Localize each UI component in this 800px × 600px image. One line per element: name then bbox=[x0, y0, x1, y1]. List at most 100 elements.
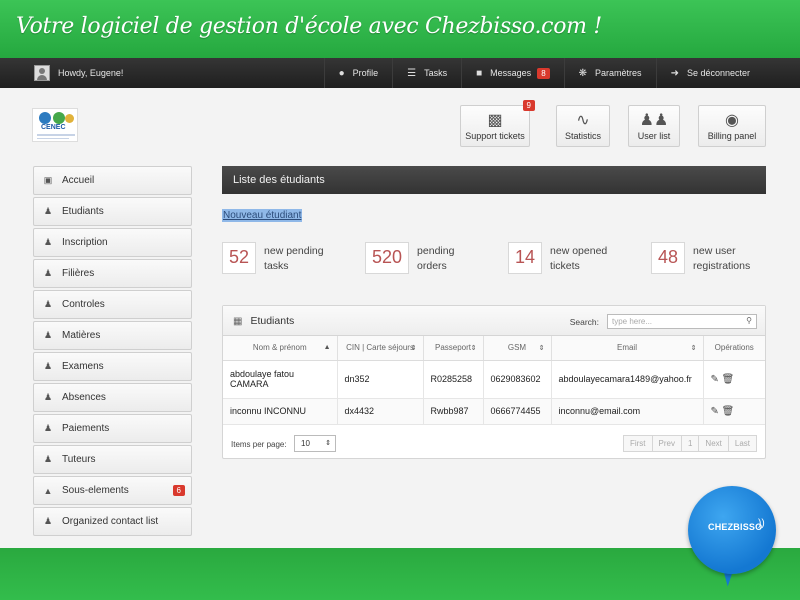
cell-gsm: 0629083602 bbox=[483, 360, 552, 399]
edit-icon[interactable]: ✎ bbox=[711, 406, 719, 417]
sidebar-item-absences[interactable]: ♟ Absences bbox=[33, 383, 192, 412]
cell-operations: ✎ 🗑 bbox=[703, 360, 765, 399]
support-tickets-label: Support tickets bbox=[465, 131, 525, 141]
sidebar-item-label: Tuteurs bbox=[62, 454, 96, 465]
stat-label: pending bbox=[417, 245, 455, 257]
nav-tasks[interactable]: ☰ Tasks bbox=[392, 58, 461, 88]
sidebar-item-sous-elements[interactable]: ▲ Sous-elements 6 bbox=[33, 476, 192, 505]
nav-messages-label: Messages bbox=[490, 68, 532, 78]
column-header-cin[interactable]: CIN | Carte séjours ⇕ bbox=[337, 336, 424, 361]
user-icon: ♟ bbox=[43, 206, 53, 216]
support-tickets-button[interactable]: ▩ Support tickets 9 bbox=[460, 100, 535, 147]
user-icon: ♟ bbox=[43, 268, 53, 278]
sidebar-item-label: Organized contact list bbox=[62, 516, 159, 527]
trash-icon[interactable]: 🗑 bbox=[722, 406, 735, 417]
table-row: inconnu INCONNU dx4432 Rwbb987 066677445… bbox=[223, 398, 765, 425]
cell-email: abdoulayecamara1489@yahoo.fr bbox=[551, 360, 704, 399]
comments-icon: ■ bbox=[476, 67, 483, 79]
logo-text: CENEC bbox=[41, 124, 66, 131]
sidebar-item-label: Filières bbox=[62, 268, 95, 279]
cell-passport: Rwbb987 bbox=[423, 398, 484, 425]
cell-passport: R0285258 bbox=[423, 360, 484, 399]
sidebar-item-paiements[interactable]: ♟ Paiements bbox=[33, 414, 192, 443]
column-header-name[interactable]: Nom & prénom ▲ bbox=[223, 336, 338, 361]
search-input[interactable]: type here... ⚲ bbox=[607, 314, 757, 329]
users-icon: ♟♟ bbox=[639, 112, 669, 129]
sidebar-item-tuteurs[interactable]: ♟ Tuteurs bbox=[33, 445, 192, 474]
billing-panel-button[interactable]: ◉ Billing panel bbox=[698, 105, 766, 147]
school-logo[interactable]: CENEC bbox=[32, 108, 78, 142]
user-icon: ● bbox=[338, 67, 345, 79]
pager-prev[interactable]: Prev bbox=[651, 435, 682, 452]
pager-next[interactable]: Next bbox=[698, 435, 729, 452]
stat-opened-tickets: 14 new opened tickets bbox=[508, 242, 607, 274]
home-icon: ▣ bbox=[43, 175, 53, 185]
support-tickets-badge: 9 bbox=[522, 100, 535, 111]
edit-icon[interactable]: ✎ bbox=[711, 374, 719, 385]
students-table: Nom & prénom ▲ CIN | Carte séjours ⇕ Passe… bbox=[223, 336, 765, 425]
stat-value: 14 bbox=[508, 242, 543, 274]
sidebar-item-inscription[interactable]: ♟ Inscription bbox=[33, 228, 192, 257]
sidebar-item-examens[interactable]: ♟ Examens bbox=[33, 352, 192, 381]
pager-page-1[interactable]: 1 bbox=[680, 435, 700, 452]
nav-settings[interactable]: ❋ Paramètres bbox=[563, 58, 656, 88]
banner-title: Votre logiciel de gestion d'école avec C… bbox=[16, 14, 602, 39]
items-per-page-label: Items per page: bbox=[231, 440, 287, 449]
user-greeting[interactable]: Howdy, Eugene! bbox=[34, 65, 123, 81]
search-label: Search: bbox=[569, 317, 599, 327]
column-header-passport[interactable]: Passeport ⇕ bbox=[423, 336, 484, 361]
stat-user-registrations: 48 new user registrations bbox=[651, 242, 750, 274]
support-icon: ▩ bbox=[487, 112, 503, 129]
billing-panel-label: Billing panel bbox=[707, 131, 757, 141]
column-header-email[interactable]: Email ⇕ bbox=[551, 336, 704, 361]
bubble-text: CHEZBISSO bbox=[708, 522, 763, 532]
nav-logout-label: Se déconnecter bbox=[686, 68, 750, 78]
warning-icon: ▲ bbox=[43, 485, 53, 496]
sort-icon: ⇕ bbox=[538, 345, 545, 352]
nav-logout[interactable]: ➜ Se déconnecter bbox=[655, 58, 764, 88]
sidebar-item-controles[interactable]: ♟ Controles bbox=[33, 290, 192, 319]
stat-value: 52 bbox=[222, 242, 257, 274]
stat-value: 520 bbox=[365, 242, 410, 274]
stat-label: new opened bbox=[550, 245, 608, 257]
user-icon: ♟ bbox=[43, 299, 53, 309]
new-student-link[interactable]: Nouveau étudiant bbox=[222, 209, 303, 222]
messages-badge: 8 bbox=[537, 67, 550, 79]
chart-icon: ∿ bbox=[576, 112, 590, 129]
column-header-gsm[interactable]: GSM ⇕ bbox=[483, 336, 552, 361]
sidebar-item-label: Matières bbox=[62, 330, 101, 341]
trash-icon[interactable]: 🗑 bbox=[722, 374, 735, 385]
statistics-button[interactable]: ∿ Statistics bbox=[556, 105, 610, 147]
nav-messages[interactable]: ■ Messages 8 bbox=[461, 58, 564, 88]
top-banner: Votre logiciel de gestion d'école avec C… bbox=[0, 0, 800, 58]
sidebar-item-etudiants[interactable]: ♟ Etudiants bbox=[33, 197, 192, 226]
greeting-text: Howdy, Eugene! bbox=[58, 68, 124, 78]
bottom-banner bbox=[0, 548, 800, 600]
statistics-label: Statistics bbox=[564, 131, 601, 141]
stat-label: registrations bbox=[693, 260, 751, 272]
search-placeholder: type here... bbox=[612, 317, 653, 326]
column-header-operations: Opérations bbox=[703, 336, 765, 361]
cell-cin: dx4432 bbox=[337, 398, 424, 425]
user-icon: ♟ bbox=[43, 330, 53, 340]
user-list-button[interactable]: ♟♟ User list bbox=[628, 105, 680, 147]
cell-email: inconnu@email.com bbox=[551, 398, 704, 425]
stat-value: 48 bbox=[651, 242, 686, 274]
sidebar-item-filieres[interactable]: ♟ Filières bbox=[33, 259, 192, 288]
table-row: abdoulaye fatou CAMARA dn352 R0285258 06… bbox=[223, 360, 765, 399]
sort-asc-icon: ▲ bbox=[323, 344, 331, 351]
stat-pending-orders: 520 pending orders bbox=[365, 242, 454, 274]
stat-label: tickets bbox=[550, 260, 580, 272]
chevron-updown-icon: ⇕ bbox=[325, 440, 331, 447]
widget-title: Etudiants bbox=[250, 315, 295, 327]
stat-label: new pending bbox=[264, 245, 324, 257]
items-per-page-select[interactable]: 10 ⇕ bbox=[294, 435, 336, 452]
sidebar-item-matieres[interactable]: ♟ Matières bbox=[33, 321, 192, 350]
sidebar-item-label: Sous-elements bbox=[62, 485, 129, 496]
sidebar-item-contact-list[interactable]: ♟ Organized contact list bbox=[33, 507, 192, 536]
pager-last[interactable]: Last bbox=[727, 435, 757, 452]
sidebar-item-accueil[interactable]: ▣ Accueil bbox=[33, 166, 192, 195]
nav-profile[interactable]: ● Profile bbox=[323, 58, 393, 88]
pager-first[interactable]: First bbox=[622, 435, 653, 452]
sidebar-item-label: Absences bbox=[62, 392, 106, 403]
